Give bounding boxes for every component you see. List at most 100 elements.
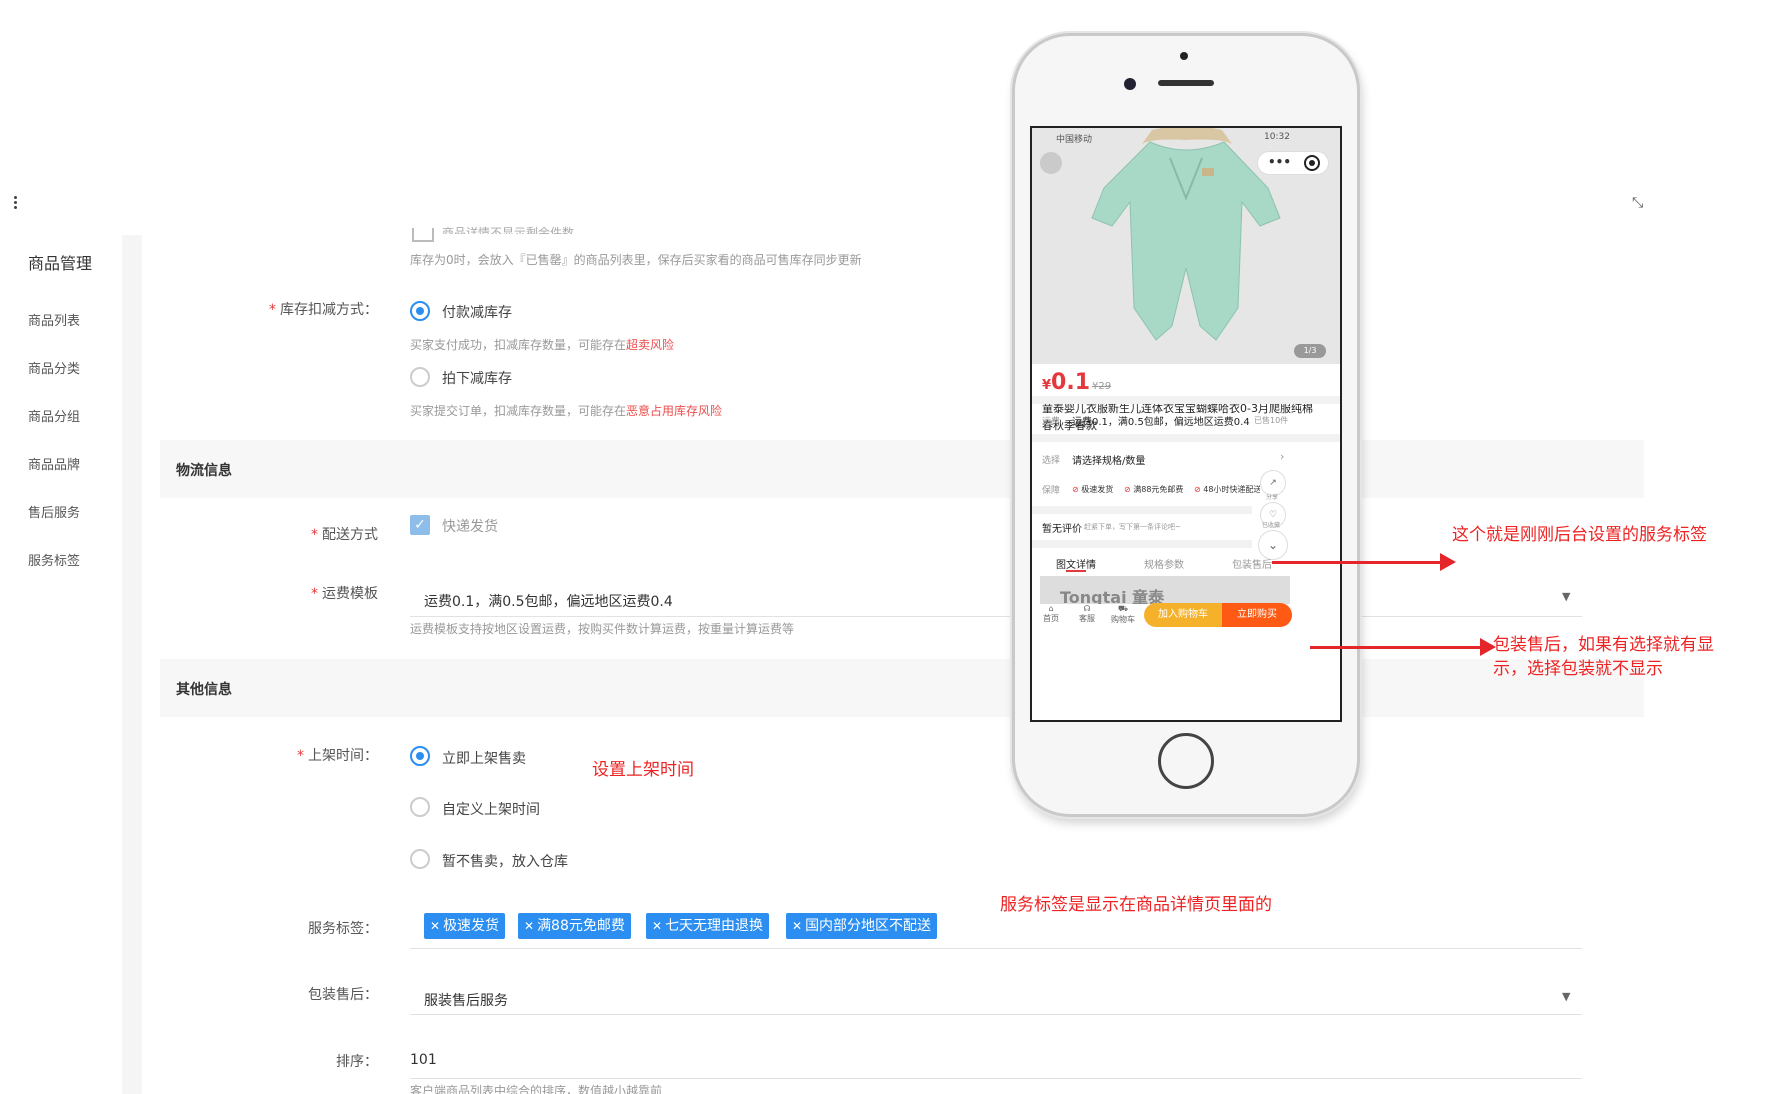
gap <box>1032 540 1252 548</box>
status-carrier: 中国移动 <box>1056 135 1093 145</box>
pay-reduce-help: 买家支付成功，扣减库存数量，可能存在超卖风险 <box>410 338 675 352</box>
service-tag-chip[interactable]: ✕ 极速发货 <box>424 913 506 939</box>
mini-program-capsule[interactable]: ••• <box>1257 151 1329 175</box>
home-icon: ⌂ <box>1048 604 1054 613</box>
service-tab[interactable]: ☊ 客服 <box>1072 604 1102 624</box>
tab-after-sale[interactable]: 包装售后 <box>1232 556 1272 571</box>
after-sale-caret-icon[interactable]: ▼ <box>1562 990 1570 1003</box>
buy-now-button[interactable]: 立即购买 <box>1222 603 1292 627</box>
favorite-label: 已收藏 <box>1262 522 1281 529</box>
sidebar-item-product-list[interactable]: 商品列表 <box>28 310 80 329</box>
sidebar-item-after-sale[interactable]: 售后服务 <box>28 502 80 521</box>
more-menu-icon[interactable] <box>12 196 18 210</box>
close-target-icon[interactable] <box>1304 155 1320 171</box>
shelf-now-radio[interactable] <box>410 746 430 766</box>
arrow-line <box>1272 561 1442 564</box>
other-section <box>160 659 1644 717</box>
service-tags-label: 服务标签： <box>308 921 378 937</box>
order-reduce-label: 拍下减库存 <box>442 371 512 387</box>
delivery-label: * 配送方式 <box>311 527 378 543</box>
guarantee-tag: ⊘ 满88元免邮费 <box>1124 485 1184 494</box>
sort-underline <box>410 1078 1582 1079</box>
after-sale-callout-line2: 示，选择包装就不显示 <box>1493 659 1663 679</box>
choose-row-value[interactable]: 请选择规格/数量 <box>1072 452 1145 467</box>
sidebar-title: 商品管理 <box>28 254 93 273</box>
service-tag-callout: 这个就是刚刚后台设置的服务标签 <box>1452 525 1707 545</box>
tab-detail[interactable]: 图文详情 <box>1056 556 1096 571</box>
phone-speaker <box>1158 80 1214 86</box>
choose-row-label: 选择 <box>1042 456 1061 466</box>
shelf-custom-radio[interactable] <box>410 797 430 817</box>
after-sale-select[interactable]: 服装售后服务 <box>424 990 508 1010</box>
freight-template-select[interactable]: 运费0.1，满0.5包邮，偏远地区运费0.4 <box>424 591 673 611</box>
freight-template-underline <box>410 616 1582 617</box>
shelf-custom-label: 自定义上架时间 <box>442 802 540 818</box>
sold-count: 已售10件 <box>1254 416 1289 425</box>
pay-reduce-label: 付款减库存 <box>442 305 512 321</box>
sort-label: 排序： <box>336 1054 378 1070</box>
shelf-warehouse-label: 暂不售卖，放入仓库 <box>442 854 568 870</box>
tab-indicator <box>1066 570 1086 572</box>
shelf-now-label: 立即上架售卖 <box>442 751 526 767</box>
product-old-price: ¥29 <box>1092 381 1112 392</box>
guarantee-tag: ⊘ 48小时快递配送 <box>1194 485 1260 494</box>
share-label: 分享 <box>1266 494 1279 501</box>
freight-template-caret-icon[interactable]: ▼ <box>1562 590 1570 603</box>
service-tag-chip[interactable]: ✕ 满88元免邮费 <box>518 913 631 939</box>
service-tag-chip[interactable]: ✕ 国内部分地区不配送 <box>786 913 938 939</box>
more-dots-icon[interactable]: ••• <box>1268 151 1291 173</box>
phone-home-button[interactable] <box>1158 733 1214 789</box>
shelf-warehouse-radio[interactable] <box>410 849 430 869</box>
phone-front-camera <box>1124 78 1136 90</box>
service-tab-label: 客服 <box>1079 614 1095 623</box>
top-bar <box>0 0 1770 235</box>
phone-camera <box>1180 52 1188 60</box>
express-checkbox[interactable]: ✓ <box>410 515 430 535</box>
express-label: 快递发货 <box>442 519 498 535</box>
home-tab[interactable]: ⌂ 首页 <box>1036 604 1066 624</box>
sidebar-item-service-tags[interactable]: 服务标签 <box>28 550 80 569</box>
logistics-section-title: 物流信息 <box>176 463 232 479</box>
sidebar-item-category[interactable]: 商品分类 <box>28 358 80 377</box>
freight-row-value: 运费0.1，满0.5包邮，偏远地区运费0.4 <box>1072 417 1250 428</box>
sidebar-item-group[interactable]: 商品分组 <box>28 406 80 425</box>
gap <box>1032 506 1252 514</box>
gap <box>1032 396 1340 404</box>
stock-method-label: * 库存扣减方式： <box>269 302 378 318</box>
after-sale-callout-line1: 包装售后，如果有选择就有显 <box>1493 635 1714 655</box>
chevron-right-icon[interactable]: › <box>1280 450 1284 463</box>
add-to-cart-button[interactable]: 加入购物车 <box>1144 603 1222 627</box>
phone-screen: 中国移动 10:32 ••• 1/3 ¥0.1 ¥29 童泰婴儿衣服新生儿连体衣… <box>1030 126 1342 722</box>
after-sale-label: 包装售后： <box>308 987 378 1003</box>
shelf-time-annotation: 设置上架时间 <box>592 760 694 780</box>
pay-reduce-radio[interactable] <box>410 301 430 321</box>
hide-stock-label: 商品详情不显示剩余件数 <box>442 226 575 234</box>
service-tag-annotation: 服务标签是显示在商品详情页里面的 <box>1000 895 1272 915</box>
order-reduce-help: 买家提交订单，扣减库存数量，可能存在恶意占用库存风险 <box>410 404 723 418</box>
review-hint: 赶紧下单，写下第一条评论吧~ <box>1084 523 1181 531</box>
other-section-title: 其他信息 <box>176 682 232 698</box>
shelf-time-label: * 上架时间： <box>297 748 378 764</box>
after-sale-underline <box>410 1014 1582 1015</box>
product-price: ¥0.1 <box>1042 370 1091 395</box>
review-label: 暂无评价 <box>1042 524 1082 535</box>
service-tag-chip[interactable]: ✕ 七天无理由退换 <box>646 913 770 939</box>
sort-input[interactable]: 101 <box>410 1052 437 1068</box>
hide-stock-checkbox[interactable] <box>412 228 434 242</box>
cart-tab[interactable]: ⛟ 购物车 <box>1108 604 1138 625</box>
freight-row-label: 运费 <box>1042 417 1061 427</box>
sidebar-item-brand[interactable]: 商品品牌 <box>28 454 80 473</box>
order-reduce-radio[interactable] <box>410 367 430 387</box>
status-time: 10:32 <box>1264 132 1290 142</box>
fullscreen-icon[interactable]: ⤡ <box>1632 195 1643 211</box>
logistics-section <box>160 440 1644 498</box>
arrow-right-icon <box>1440 553 1456 571</box>
back-icon[interactable] <box>1040 152 1062 174</box>
brand-banner: Tongtai 童泰 <box>1040 576 1290 604</box>
home-tab-label: 首页 <box>1043 614 1059 623</box>
sort-help: 客户端商品列表中综合的排序，数值越小越靠前 <box>410 1084 663 1094</box>
tab-specs[interactable]: 规格参数 <box>1144 556 1184 571</box>
freight-template-label: * 运费模板 <box>311 586 378 602</box>
headset-icon: ☊ <box>1083 604 1091 613</box>
cart-icon: ⛟ <box>1117 604 1129 613</box>
